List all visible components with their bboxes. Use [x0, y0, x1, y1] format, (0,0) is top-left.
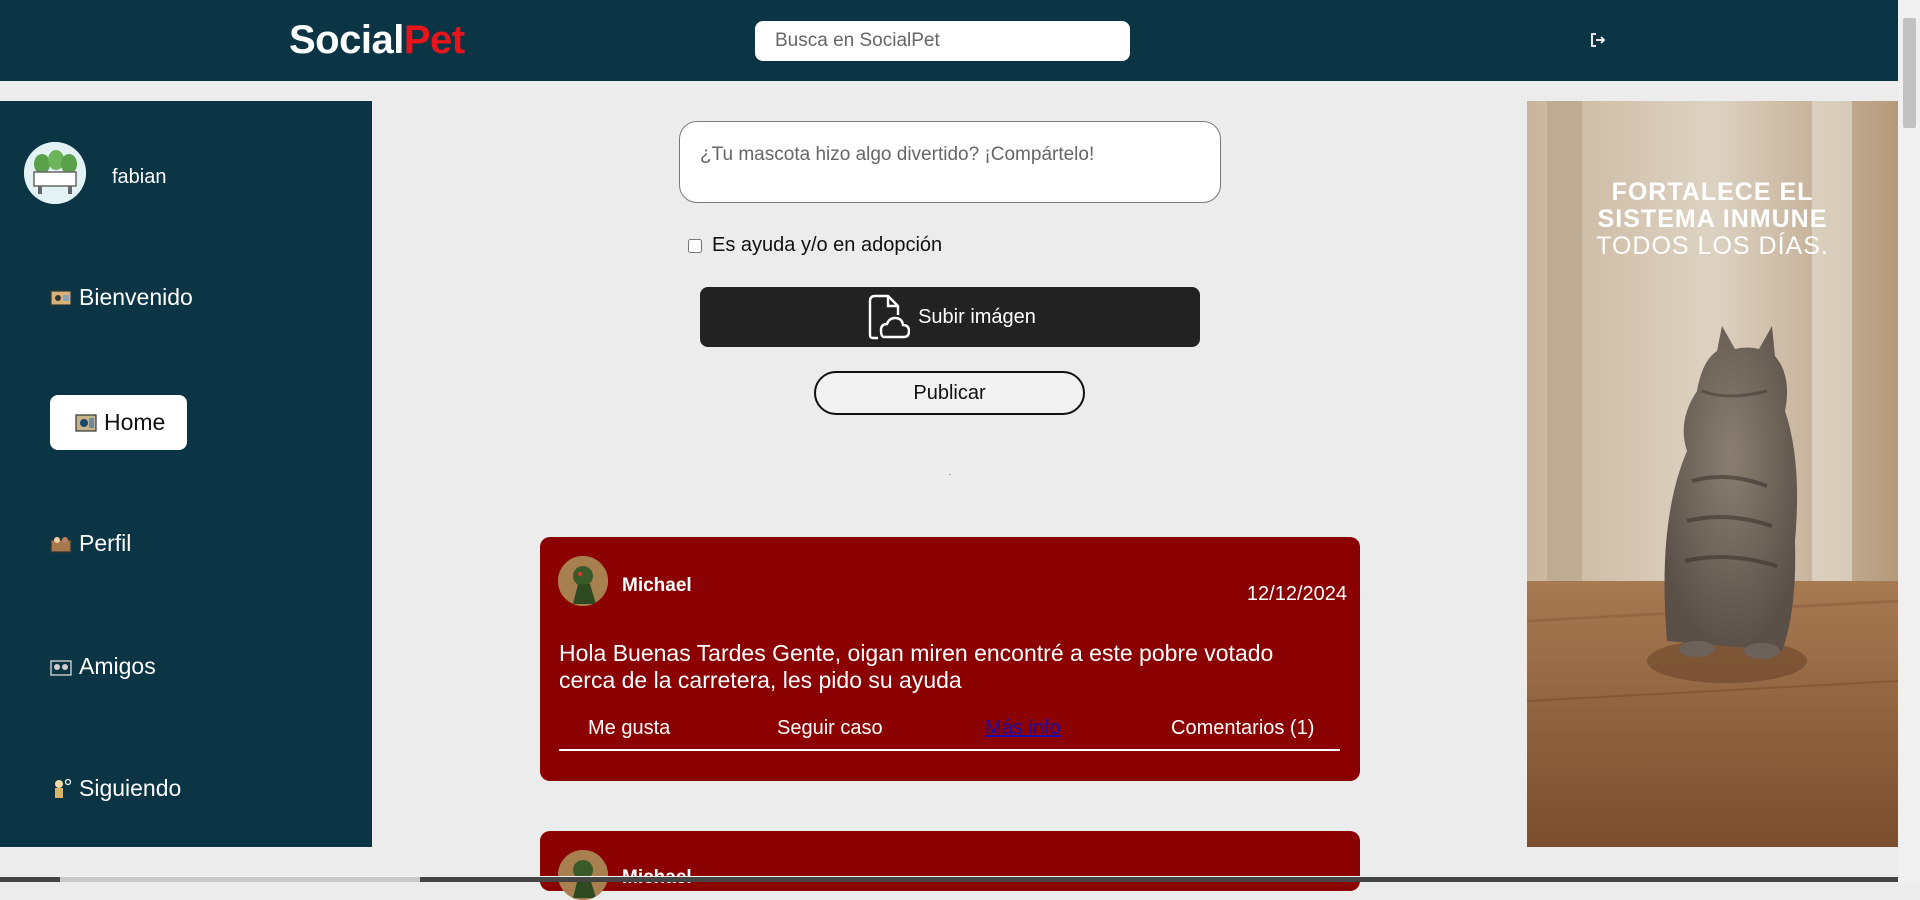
more-info-link[interactable]: Más info	[985, 717, 1061, 740]
sidebar-item-home[interactable]: Home	[50, 395, 188, 450]
upload-image-button[interactable]: Subir imágen	[700, 287, 1200, 347]
sidebar-item-label: Amigos	[79, 653, 156, 679]
home-icon	[75, 413, 97, 432]
logout-icon[interactable]	[1588, 30, 1608, 50]
post-card: Michael 12/12/2024 Hola Buenas Tardes Ge…	[540, 537, 1360, 781]
post-text: Hola Buenas Tardes Gente, oigan miren en…	[559, 640, 1274, 693]
loading-indicator	[949, 474, 951, 475]
profile-icon	[50, 536, 72, 553]
logo-pet: Pet	[403, 18, 465, 62]
taskbar-strip-left	[0, 877, 60, 882]
follow-case-button[interactable]: Seguir caso	[777, 717, 883, 740]
user-avatar[interactable]	[24, 142, 86, 204]
sidebar-item-amigos[interactable]: Amigos	[49, 653, 156, 680]
upload-image-label: Subir imágen	[918, 305, 1036, 328]
comments-button[interactable]: Comentarios (1)	[1171, 717, 1314, 740]
ad-headline: FORTALECE EL SISTEMA INMUNE TODOS LOS DÍ…	[1527, 179, 1898, 260]
logo-social: Social	[289, 18, 404, 62]
adoption-checkbox[interactable]	[688, 238, 702, 253]
top-bar: SocialPet	[0, 0, 1898, 81]
search-input[interactable]	[755, 21, 1130, 61]
vertical-scrollbar-thumb[interactable]	[1903, 18, 1916, 128]
adoption-checkbox-row[interactable]: Es ayuda y/o en adopción	[688, 234, 942, 257]
sidebar-item-label: Bienvenido	[79, 284, 193, 310]
post-author-name[interactable]: Michael	[622, 575, 692, 597]
post-author-avatar[interactable]	[558, 850, 608, 900]
publish-button[interactable]: Publicar	[814, 371, 1085, 415]
ad-line-1: FORTALECE EL	[1611, 178, 1814, 206]
sidebar	[0, 101, 372, 847]
cloud-upload-icon	[868, 294, 911, 340]
sidebar-item-bienvenido[interactable]: Bienvenido	[49, 284, 193, 311]
sidebar-item-label: Home	[104, 409, 166, 435]
horizontal-scrollbar-thumb[interactable]	[60, 877, 420, 882]
sidebar-item-label: Siguiendo	[79, 775, 182, 801]
post-author-avatar[interactable]	[558, 556, 608, 606]
welcome-icon	[50, 289, 72, 306]
ad-line-3: TODOS LOS DÍAS.	[1596, 232, 1829, 260]
sidebar-item-perfil[interactable]: Perfil	[49, 530, 131, 557]
vertical-scrollbar[interactable]	[1898, 0, 1920, 882]
like-button[interactable]: Me gusta	[588, 717, 670, 740]
sidebar-item-siguiendo[interactable]: Siguiendo	[49, 775, 181, 802]
post-date: 12/12/2024	[1246, 583, 1347, 605]
ad-line-2: SISTEMA INMUNE	[1597, 205, 1828, 233]
adoption-checkbox-label: Es ayuda y/o en adopción	[712, 234, 943, 256]
logo[interactable]: SocialPet	[289, 18, 465, 63]
post-composer-input[interactable]	[679, 121, 1221, 203]
advertisement-banner[interactable]: FORTALECE EL SISTEMA INMUNE TODOS LOS DÍ…	[1527, 101, 1898, 847]
sidebar-item-label: Perfil	[79, 530, 132, 556]
friends-icon	[50, 659, 72, 676]
taskbar-strip-right	[420, 877, 1898, 882]
post-actions: Me gusta Seguir caso Más info Comentario…	[559, 717, 1340, 751]
username: fabian	[112, 166, 167, 188]
following-icon	[55, 778, 72, 798]
post-card: Michael	[540, 831, 1360, 900]
